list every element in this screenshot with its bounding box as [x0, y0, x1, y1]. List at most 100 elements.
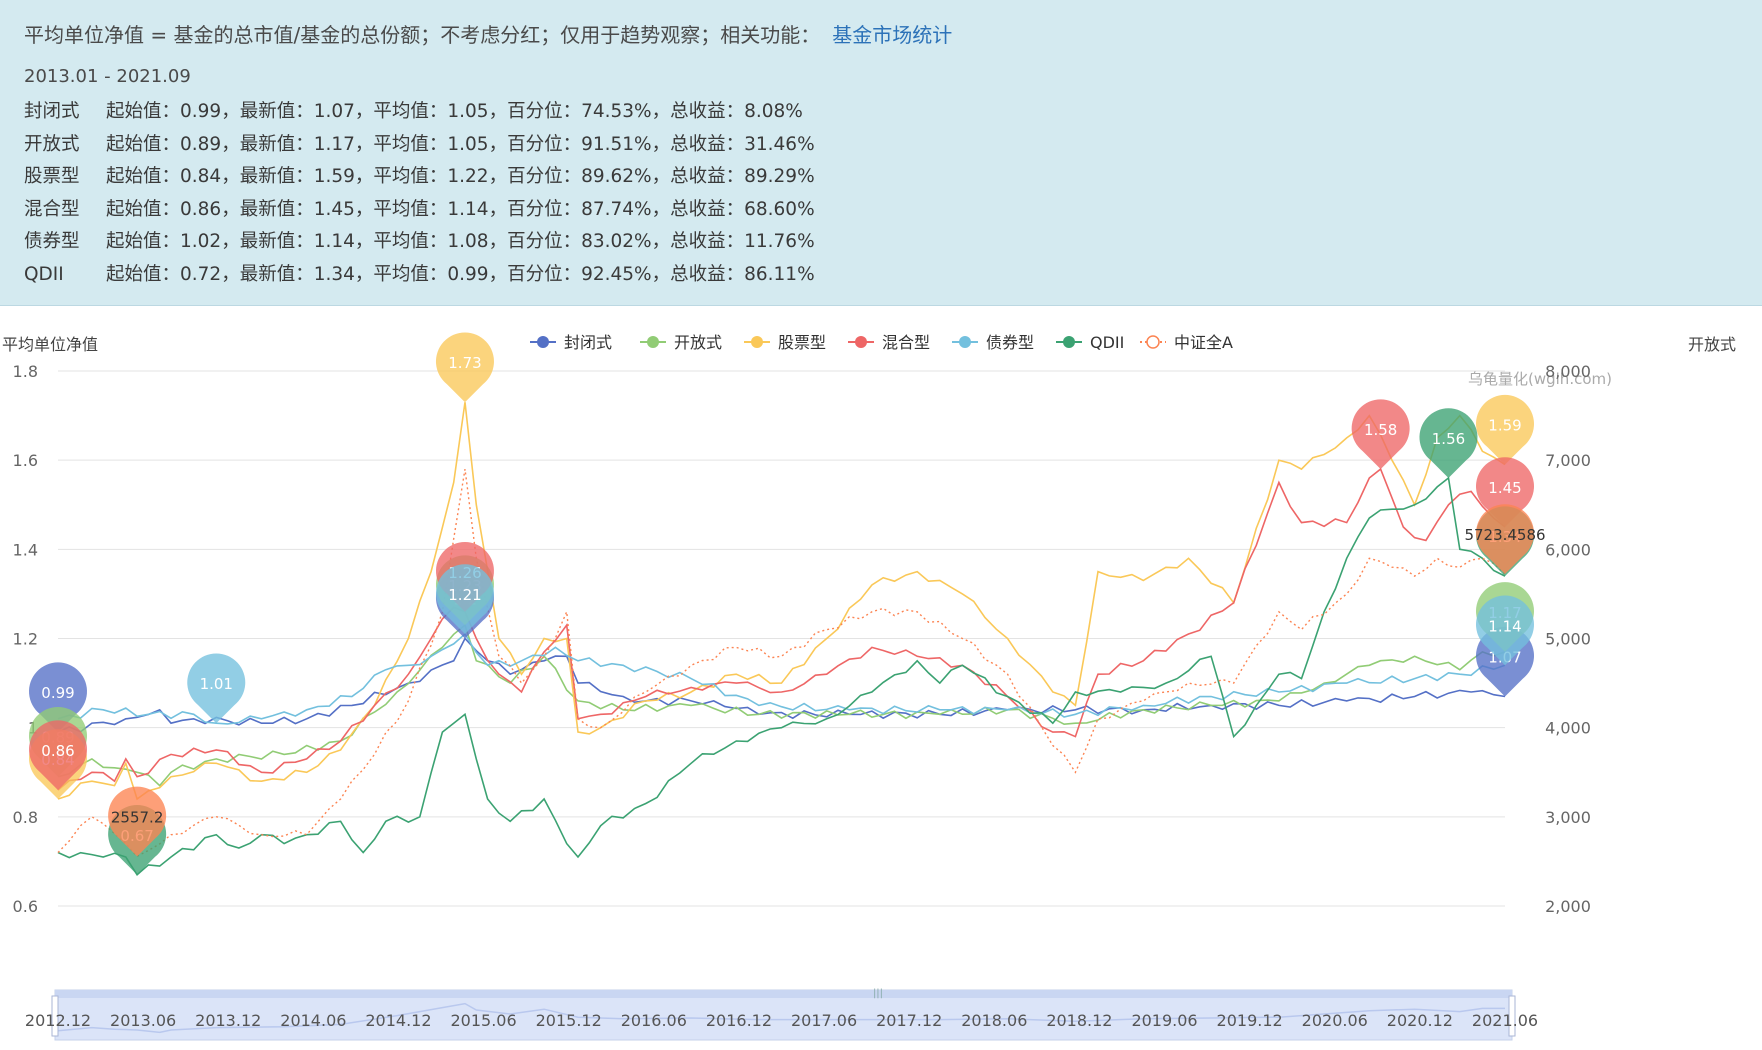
stats-label: 封闭式	[24, 101, 80, 122]
y2-tick-label: 3,000	[1545, 808, 1591, 827]
marker-label: 1.59	[1488, 417, 1521, 435]
slider-grip: |||	[873, 988, 883, 999]
legend-item-6[interactable]: 中证全A	[1140, 333, 1233, 352]
x-tick-label: 2014.12	[365, 1011, 431, 1030]
legend-swatch-dot	[647, 336, 659, 348]
x-tick-label: 2014.06	[280, 1011, 346, 1030]
datazoom-slider[interactable]: |||	[51, 988, 1516, 1041]
marker-label: 0.99	[41, 684, 74, 702]
y2-axis-title: 开放式	[1688, 335, 1736, 354]
formula-text: 平均单位净值 = 基金的总市值/基金的总份额；不考虑分红；仅用于趋势观察；相关功…	[24, 23, 821, 47]
series-markers: 0.991.21.070.891.231.170.841.731.590.861…	[29, 332, 1546, 875]
period-range: 2013.01 - 2021.09	[24, 66, 191, 87]
legend-swatch-dot	[1146, 335, 1160, 349]
marker-label: 1.14	[1488, 617, 1521, 635]
legend-label: QDII	[1090, 333, 1124, 352]
y2-tick-label: 7,000	[1545, 451, 1591, 470]
stats-text: 起始值：0.72，最新值：1.34，平均值：0.99，百分位：92.45%，总收…	[106, 263, 815, 285]
value-marker: 1.21	[435, 564, 494, 635]
info-panel: 平均单位净值 = 基金的总市值/基金的总份额；不考虑分红；仅用于趋势观察；相关功…	[0, 0, 1762, 306]
x-tick-label: 2020.06	[1302, 1011, 1368, 1030]
value-marker: 1.01	[187, 653, 246, 724]
marker-label: 1.21	[448, 586, 481, 604]
x-tick-label: 2021.06	[1472, 1011, 1538, 1030]
legend-swatch-dot	[855, 336, 867, 348]
series-line-6	[57, 468, 1506, 858]
legend-label: 中证全A	[1174, 333, 1233, 352]
legend-swatch-dot	[1063, 336, 1075, 348]
legend-item-4[interactable]: 债券型	[952, 333, 1034, 352]
x-tick-label: 2016.06	[621, 1011, 687, 1030]
market-stats-link[interactable]: 基金市场统计	[832, 23, 952, 47]
line-chart: 平均单位净值 开放式 乌龟量化(wglh.com) 0.60.811.21.41…	[2, 332, 1736, 1041]
stats-label: 股票型	[24, 166, 80, 188]
y-axis-ticks: 0.60.811.21.41.61.8	[13, 362, 38, 916]
legend-label: 股票型	[778, 333, 826, 352]
x-tick-label: 2015.06	[451, 1011, 517, 1030]
marker-label: 0.86	[41, 742, 74, 760]
marker-label: 2557.2	[111, 808, 164, 826]
stats-text: 起始值：0.89，最新值：1.17，平均值：1.05，百分位：91.51%，总收…	[106, 133, 815, 155]
y2-tick-label: 6,000	[1545, 540, 1591, 559]
x-tick-label: 2013.12	[195, 1011, 261, 1030]
legend-item-0[interactable]: 封闭式	[530, 333, 612, 352]
value-marker: 1.59	[1476, 394, 1534, 465]
y2-tick-label: 5,000	[1545, 630, 1591, 649]
legend-label: 债券型	[986, 333, 1034, 352]
legend-label: 开放式	[674, 333, 722, 352]
marker-label: 1.01	[200, 675, 233, 693]
legend-item-5[interactable]: QDII	[1056, 333, 1124, 352]
y-tick-label: 1.2	[13, 630, 38, 649]
stats-text: 起始值：1.02，最新值：1.14，平均值：1.08，百分位：83.02%，总收…	[106, 231, 815, 253]
stats-text: 起始值：0.84，最新值：1.59，平均值：1.22，百分位：89.62%，总收…	[106, 166, 815, 188]
marker-label: 1.58	[1364, 421, 1397, 439]
y2-tick-label: 2,000	[1545, 897, 1591, 916]
y2-axis-ticks: 2,000 3,000 4,000 5,000 6,000 7,000 8,000	[1545, 362, 1591, 916]
x-tick-label: 2018.06	[961, 1011, 1027, 1030]
y2-tick-label: 4,000	[1545, 719, 1591, 738]
stats-text: 起始值：0.86，最新值：1.45，平均值：1.14，百分位：87.74%，总收…	[106, 198, 815, 220]
marker-label: 1.45	[1488, 479, 1521, 497]
stats-label: 债券型	[24, 231, 80, 253]
legend-label: 混合型	[882, 333, 930, 352]
value-marker: 5723.4586	[1464, 504, 1546, 574]
marker-label: 5723.4586	[1464, 526, 1545, 544]
x-tick-label: 2019.06	[1131, 1011, 1197, 1030]
y-tick-label: 1.4	[13, 540, 38, 559]
x-tick-label: 2013.06	[110, 1011, 176, 1030]
x-tick-label: 2017.06	[791, 1011, 857, 1030]
value-marker: 1.73	[435, 332, 494, 403]
legend-item-2[interactable]: 股票型	[744, 333, 826, 352]
x-tick-label: 2017.12	[876, 1011, 942, 1030]
x-tick-label: 2020.12	[1387, 1011, 1453, 1030]
series-line-2	[57, 402, 1506, 801]
legend-item-3[interactable]: 混合型	[848, 333, 930, 352]
stats-row: 混合型 起始值：0.86，最新值：1.45，平均值：1.14，百分位：87.74%…	[24, 194, 1738, 227]
legend-swatch-dot	[959, 336, 971, 348]
y-axis-title: 平均单位净值	[2, 335, 98, 354]
x-tick-label: 2012.12	[25, 1011, 91, 1030]
series-line-1	[57, 623, 1506, 787]
y-tick-label: 0.6	[13, 897, 38, 916]
value-marker: 1.58	[1351, 399, 1410, 470]
series-line-4	[57, 632, 1506, 725]
y2-tick-label: 8,000	[1545, 362, 1591, 381]
stats-row: 债券型 起始值：1.02，最新值：1.14，平均值：1.08，百分位：83.02%…	[24, 226, 1738, 259]
series-line-3	[57, 467, 1506, 791]
marker-label: 1.73	[448, 354, 481, 372]
legend-item-1[interactable]: 开放式	[640, 333, 722, 352]
y-tick-label: 1.6	[13, 451, 38, 470]
y-tick-label: 0.8	[13, 808, 38, 827]
stats-row: 封闭式 起始值：0.99，最新值：1.07，平均值：1.05，百分位：74.53%…	[24, 96, 1738, 129]
chart-area: 平均单位净值 开放式 乌龟量化(wglh.com) 0.60.811.21.41…	[0, 306, 1762, 1046]
stats-row: 开放式 起始值：0.89，最新值：1.17，平均值：1.05，百分位：91.51%…	[24, 129, 1738, 162]
legend[interactable]: 封闭式 开放式 股票型 混合型 债券型 QDII 中证全A	[530, 333, 1233, 352]
series-line-5	[57, 476, 1506, 877]
marker-label: 1.56	[1432, 430, 1465, 448]
stats-label: QDII	[24, 263, 64, 285]
stats-label: 开放式	[24, 133, 80, 155]
legend-swatch-dot	[751, 336, 763, 348]
stats-text: 起始值：0.99，最新值：1.07，平均值：1.05，百分位：74.53%，总收…	[106, 101, 803, 122]
legend-swatch-dot	[537, 336, 549, 348]
stats-row: 股票型 起始值：0.84，最新值：1.59，平均值：1.22，百分位：89.62%…	[24, 161, 1738, 194]
